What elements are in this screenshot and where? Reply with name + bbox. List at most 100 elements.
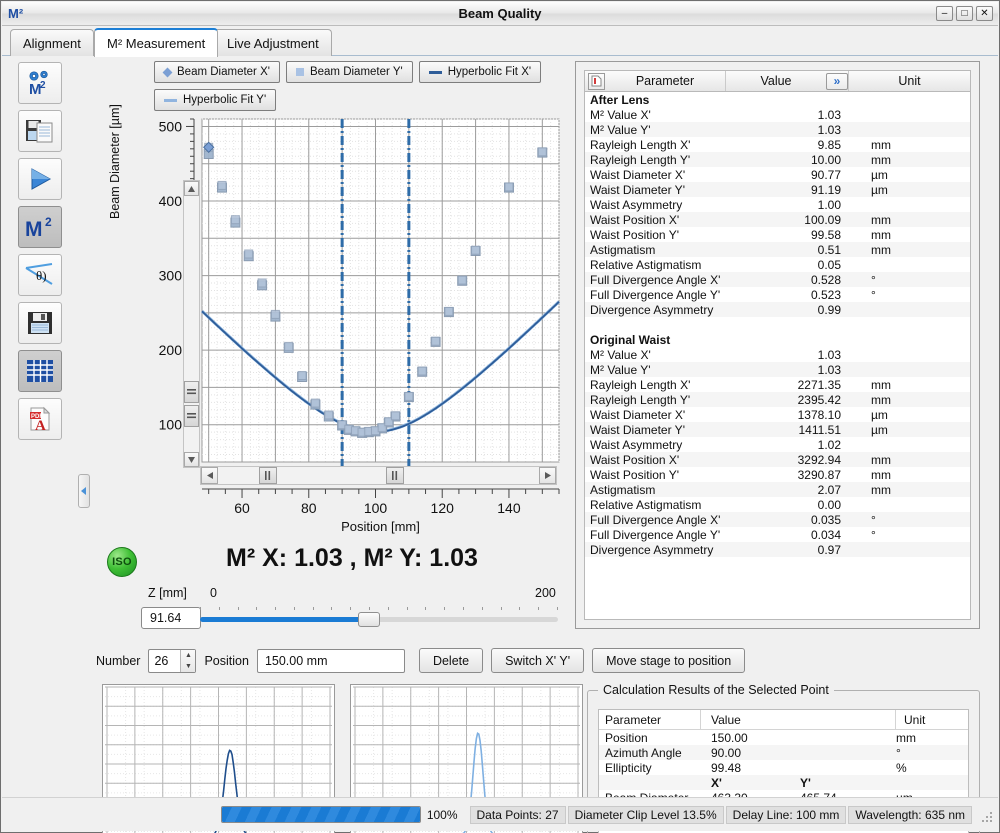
header-unit[interactable]: Unit xyxy=(849,71,970,91)
table-row[interactable]: M² Value Y' 1.03 xyxy=(585,362,970,377)
stepper-up-icon[interactable]: ▲ xyxy=(181,650,195,661)
floppy-save-icon-button[interactable] xyxy=(18,302,62,344)
stepper-down-icon[interactable]: ▼ xyxy=(181,661,195,672)
table-row[interactable]: Rayleigh Length Y' 2395.42 mm xyxy=(585,392,970,407)
horizontal-scroll-thumb-left[interactable] xyxy=(259,467,277,484)
header-parameter[interactable]: Parameter xyxy=(605,71,725,91)
window-controls: – □ ✕ xyxy=(936,6,993,21)
z-value-field[interactable]: 91.64 xyxy=(141,607,201,629)
pdf-export-icon-button[interactable]: PDF A xyxy=(18,398,62,440)
legend-hyperbolic-fit-y[interactable]: Hyperbolic Fit Y' xyxy=(154,89,276,111)
m2-icon-button[interactable]: M 2 xyxy=(18,206,62,248)
status-clip-level: Diameter Clip Level 13.5% xyxy=(568,806,724,824)
table-row[interactable]: M² Value X' 1.03 xyxy=(585,347,970,362)
table-row[interactable]: Full Divergence Angle Y' 0.034 ° xyxy=(585,527,970,542)
expand-columns-icon[interactable]: » xyxy=(826,73,848,90)
svg-text:120: 120 xyxy=(431,500,455,516)
row-parameter: M² Value X' xyxy=(585,108,753,122)
table-row[interactable]: Waist Position Y' 99.58 mm xyxy=(585,227,970,242)
table-row[interactable]: Waist Position X' 100.09 mm xyxy=(585,212,970,227)
play-icon-button[interactable] xyxy=(18,158,62,200)
calc-row[interactable]: Azimuth Angle 90.00 ° xyxy=(599,745,968,760)
table-row[interactable]: Divergence Asymmetry 0.97 xyxy=(585,542,970,557)
vertical-scroll-thumb-top[interactable] xyxy=(184,381,199,403)
scroll-right-arrow-icon[interactable] xyxy=(539,467,556,484)
tab-live-adjustment[interactable]: Live Adjustment xyxy=(214,29,332,56)
document-icon[interactable] xyxy=(588,73,605,90)
table-row[interactable]: Full Divergence Angle Y' 0.523 ° xyxy=(585,287,970,302)
calc-row-parameter: Ellipticity xyxy=(599,761,701,775)
square-marker-icon xyxy=(296,68,304,76)
svg-text:300: 300 xyxy=(159,268,183,284)
table-icon-button[interactable] xyxy=(18,350,62,392)
row-parameter: Full Divergence Angle X' xyxy=(585,273,753,287)
slider-thumb[interactable] xyxy=(358,612,380,627)
table-row[interactable]: Waist Diameter X' 1378.10 µm xyxy=(585,407,970,422)
scroll-up-arrow-icon[interactable] xyxy=(184,181,199,196)
row-value: 0.528 xyxy=(753,273,863,287)
z-position-slider[interactable] xyxy=(200,612,558,626)
number-value[interactable]: 26 xyxy=(149,650,180,672)
table-row[interactable]: Waist Position Y' 3290.87 mm xyxy=(585,467,970,482)
panel-collapse-handle[interactable] xyxy=(78,474,90,508)
table-row[interactable]: Rayleigh Length X' 2271.35 mm xyxy=(585,377,970,392)
table-row[interactable]: Waist Diameter X' 90.77 µm xyxy=(585,167,970,182)
calc-row[interactable]: Ellipticity 99.48% xyxy=(599,760,968,775)
number-stepper[interactable]: 26 ▲ ▼ xyxy=(148,649,196,673)
chart-vertical-scrollbar[interactable] xyxy=(183,180,200,468)
table-row[interactable]: M² Value X' 1.03 xyxy=(585,107,970,122)
chart-horizontal-scrollbar[interactable] xyxy=(200,466,557,485)
table-row[interactable]: Relative Astigmatism 0.05 xyxy=(585,257,970,272)
vertical-scroll-thumb-bottom[interactable] xyxy=(184,405,199,427)
table-row[interactable]: Rayleigh Length X' 9.85 mm xyxy=(585,137,970,152)
table-row[interactable]: Rayleigh Length Y' 10.00 mm xyxy=(585,152,970,167)
row-value: 2395.42 xyxy=(753,393,863,407)
row-unit: µm xyxy=(863,183,970,197)
calc-row-value: 90.00 xyxy=(701,746,796,760)
header-value[interactable]: Value xyxy=(726,71,826,91)
delete-button[interactable]: Delete xyxy=(419,648,483,673)
table-row[interactable]: Waist Asymmetry 1.00 xyxy=(585,197,970,212)
tab-m2-measurement[interactable]: M² Measurement xyxy=(94,28,218,57)
row-parameter: Astigmatism xyxy=(585,483,753,497)
application-window: M² Beam Quality – □ ✕ Alignment M² Measu… xyxy=(0,0,1000,833)
legend-label: Hyperbolic Fit Y' xyxy=(183,94,266,106)
table-row[interactable]: Full Divergence Angle X' 0.035 ° xyxy=(585,512,970,527)
table-row[interactable]: Divergence Asymmetry 0.99 xyxy=(585,302,970,317)
calc-row-unit: ° xyxy=(896,746,968,760)
legend-label: Beam Diameter X' xyxy=(177,66,270,78)
group-title: Original Waist xyxy=(585,333,753,347)
table-row[interactable]: Relative Astigmatism 0.00 xyxy=(585,497,970,512)
legend-hyperbolic-fit-x[interactable]: Hyperbolic Fit X' xyxy=(419,61,541,83)
table-row[interactable]: M² Value Y' 1.03 xyxy=(585,122,970,137)
legend-beam-diameter-x[interactable]: Beam Diameter X' xyxy=(154,61,280,83)
calc-row[interactable]: Position 150.00 mm xyxy=(599,730,968,745)
switch-xy-button[interactable]: Switch X' Y' xyxy=(491,648,584,673)
table-row[interactable]: Waist Position X' 3292.94 mm xyxy=(585,452,970,467)
divergence-angle-icon-button[interactable]: θ) xyxy=(18,254,62,296)
minimize-button[interactable]: – xyxy=(936,6,953,21)
row-parameter: Waist Position Y' xyxy=(585,468,753,482)
table-row[interactable]: Astigmatism 0.51 mm xyxy=(585,242,970,257)
table-row[interactable]: Full Divergence Angle X' 0.528 ° xyxy=(585,272,970,287)
position-input[interactable]: 150.00 mm xyxy=(257,649,405,673)
m2-settings-icon-button[interactable]: M 2 xyxy=(18,62,62,104)
close-button[interactable]: ✕ xyxy=(976,6,993,21)
parameter-table-body[interactable]: After Lens M² Value X' 1.03 M² Value Y' 1.03… xyxy=(584,92,971,620)
table-row[interactable]: Waist Asymmetry 1.02 xyxy=(585,437,970,452)
resize-grip-icon[interactable] xyxy=(978,808,992,822)
stepper-arrows[interactable]: ▲ ▼ xyxy=(180,650,195,672)
maximize-button[interactable]: □ xyxy=(956,6,973,21)
row-value: 1411.51 xyxy=(753,423,863,437)
horizontal-scroll-thumb-right[interactable] xyxy=(386,467,404,484)
row-parameter: Waist Position Y' xyxy=(585,228,753,242)
table-row[interactable]: Waist Diameter Y' 91.19 µm xyxy=(585,182,970,197)
tab-alignment[interactable]: Alignment xyxy=(10,29,94,56)
table-row[interactable]: Waist Diameter Y' 1411.51 µm xyxy=(585,422,970,437)
table-row[interactable]: Astigmatism 2.07 mm xyxy=(585,482,970,497)
scroll-down-arrow-icon[interactable] xyxy=(184,452,199,467)
scroll-left-arrow-icon[interactable] xyxy=(201,467,218,484)
move-stage-button[interactable]: Move stage to position xyxy=(592,648,745,673)
save-data-icon-button[interactable] xyxy=(18,110,62,152)
legend-beam-diameter-y[interactable]: Beam Diameter Y' xyxy=(286,61,413,83)
